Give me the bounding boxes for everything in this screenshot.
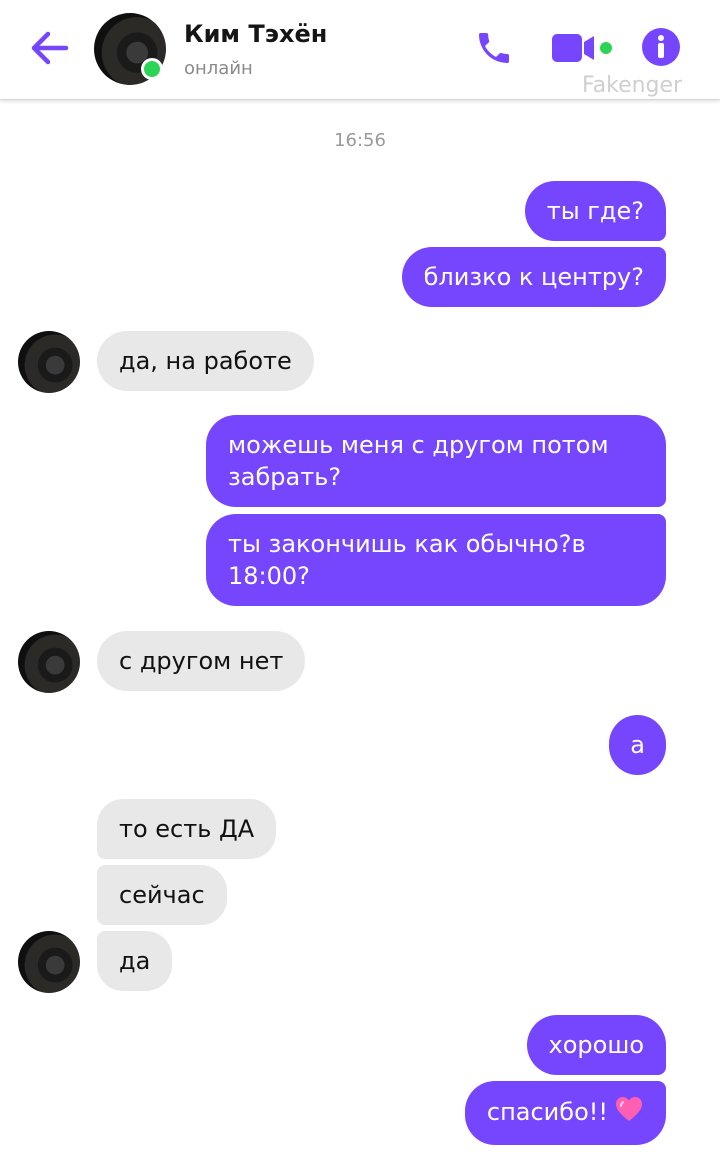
info-icon[interactable] — [641, 27, 681, 71]
contact-status: онлайн — [184, 58, 253, 79]
message-bubble-incoming[interactable]: да, на работе — [97, 331, 314, 391]
message-bubble-incoming[interactable]: сейчас — [97, 865, 227, 925]
message-bubble-incoming[interactable]: то есть ДА — [97, 799, 277, 859]
sender-avatar[interactable] — [18, 631, 80, 693]
message-bubble-outgoing[interactable]: ты где? — [524, 181, 666, 241]
back-arrow-icon[interactable] — [26, 26, 72, 70]
message-bubble-outgoing[interactable]: а — [609, 715, 666, 775]
sender-avatar[interactable] — [18, 931, 80, 993]
app-watermark: Fakenger — [582, 73, 683, 98]
sender-avatar[interactable] — [18, 331, 80, 393]
video-camera-icon[interactable] — [550, 30, 616, 70]
heart-icon — [614, 1095, 644, 1131]
phone-icon[interactable] — [474, 28, 514, 72]
chat-header: Ким Тэхён онлайн Fakenger — [0, 0, 720, 100]
online-indicator — [141, 58, 163, 80]
message-bubble-incoming[interactable]: с другом нет — [97, 631, 306, 691]
message-bubble-incoming[interactable]: да — [97, 931, 173, 991]
message-text: спасибо!! — [486, 1098, 608, 1126]
contact-name[interactable]: Ким Тэхён — [184, 20, 327, 48]
message-bubble-outgoing[interactable]: спасибо!! — [464, 1081, 666, 1145]
message-bubble-outgoing[interactable]: ты закончишь как обычно?в 18:00? — [206, 514, 666, 606]
time-separator: 16:56 — [334, 130, 386, 151]
message-bubble-outgoing[interactable]: хорошо — [526, 1015, 666, 1075]
message-bubble-outgoing[interactable]: близко к центру? — [401, 247, 666, 307]
message-bubble-outgoing[interactable]: можешь меня с другом потом забрать? — [206, 415, 666, 507]
